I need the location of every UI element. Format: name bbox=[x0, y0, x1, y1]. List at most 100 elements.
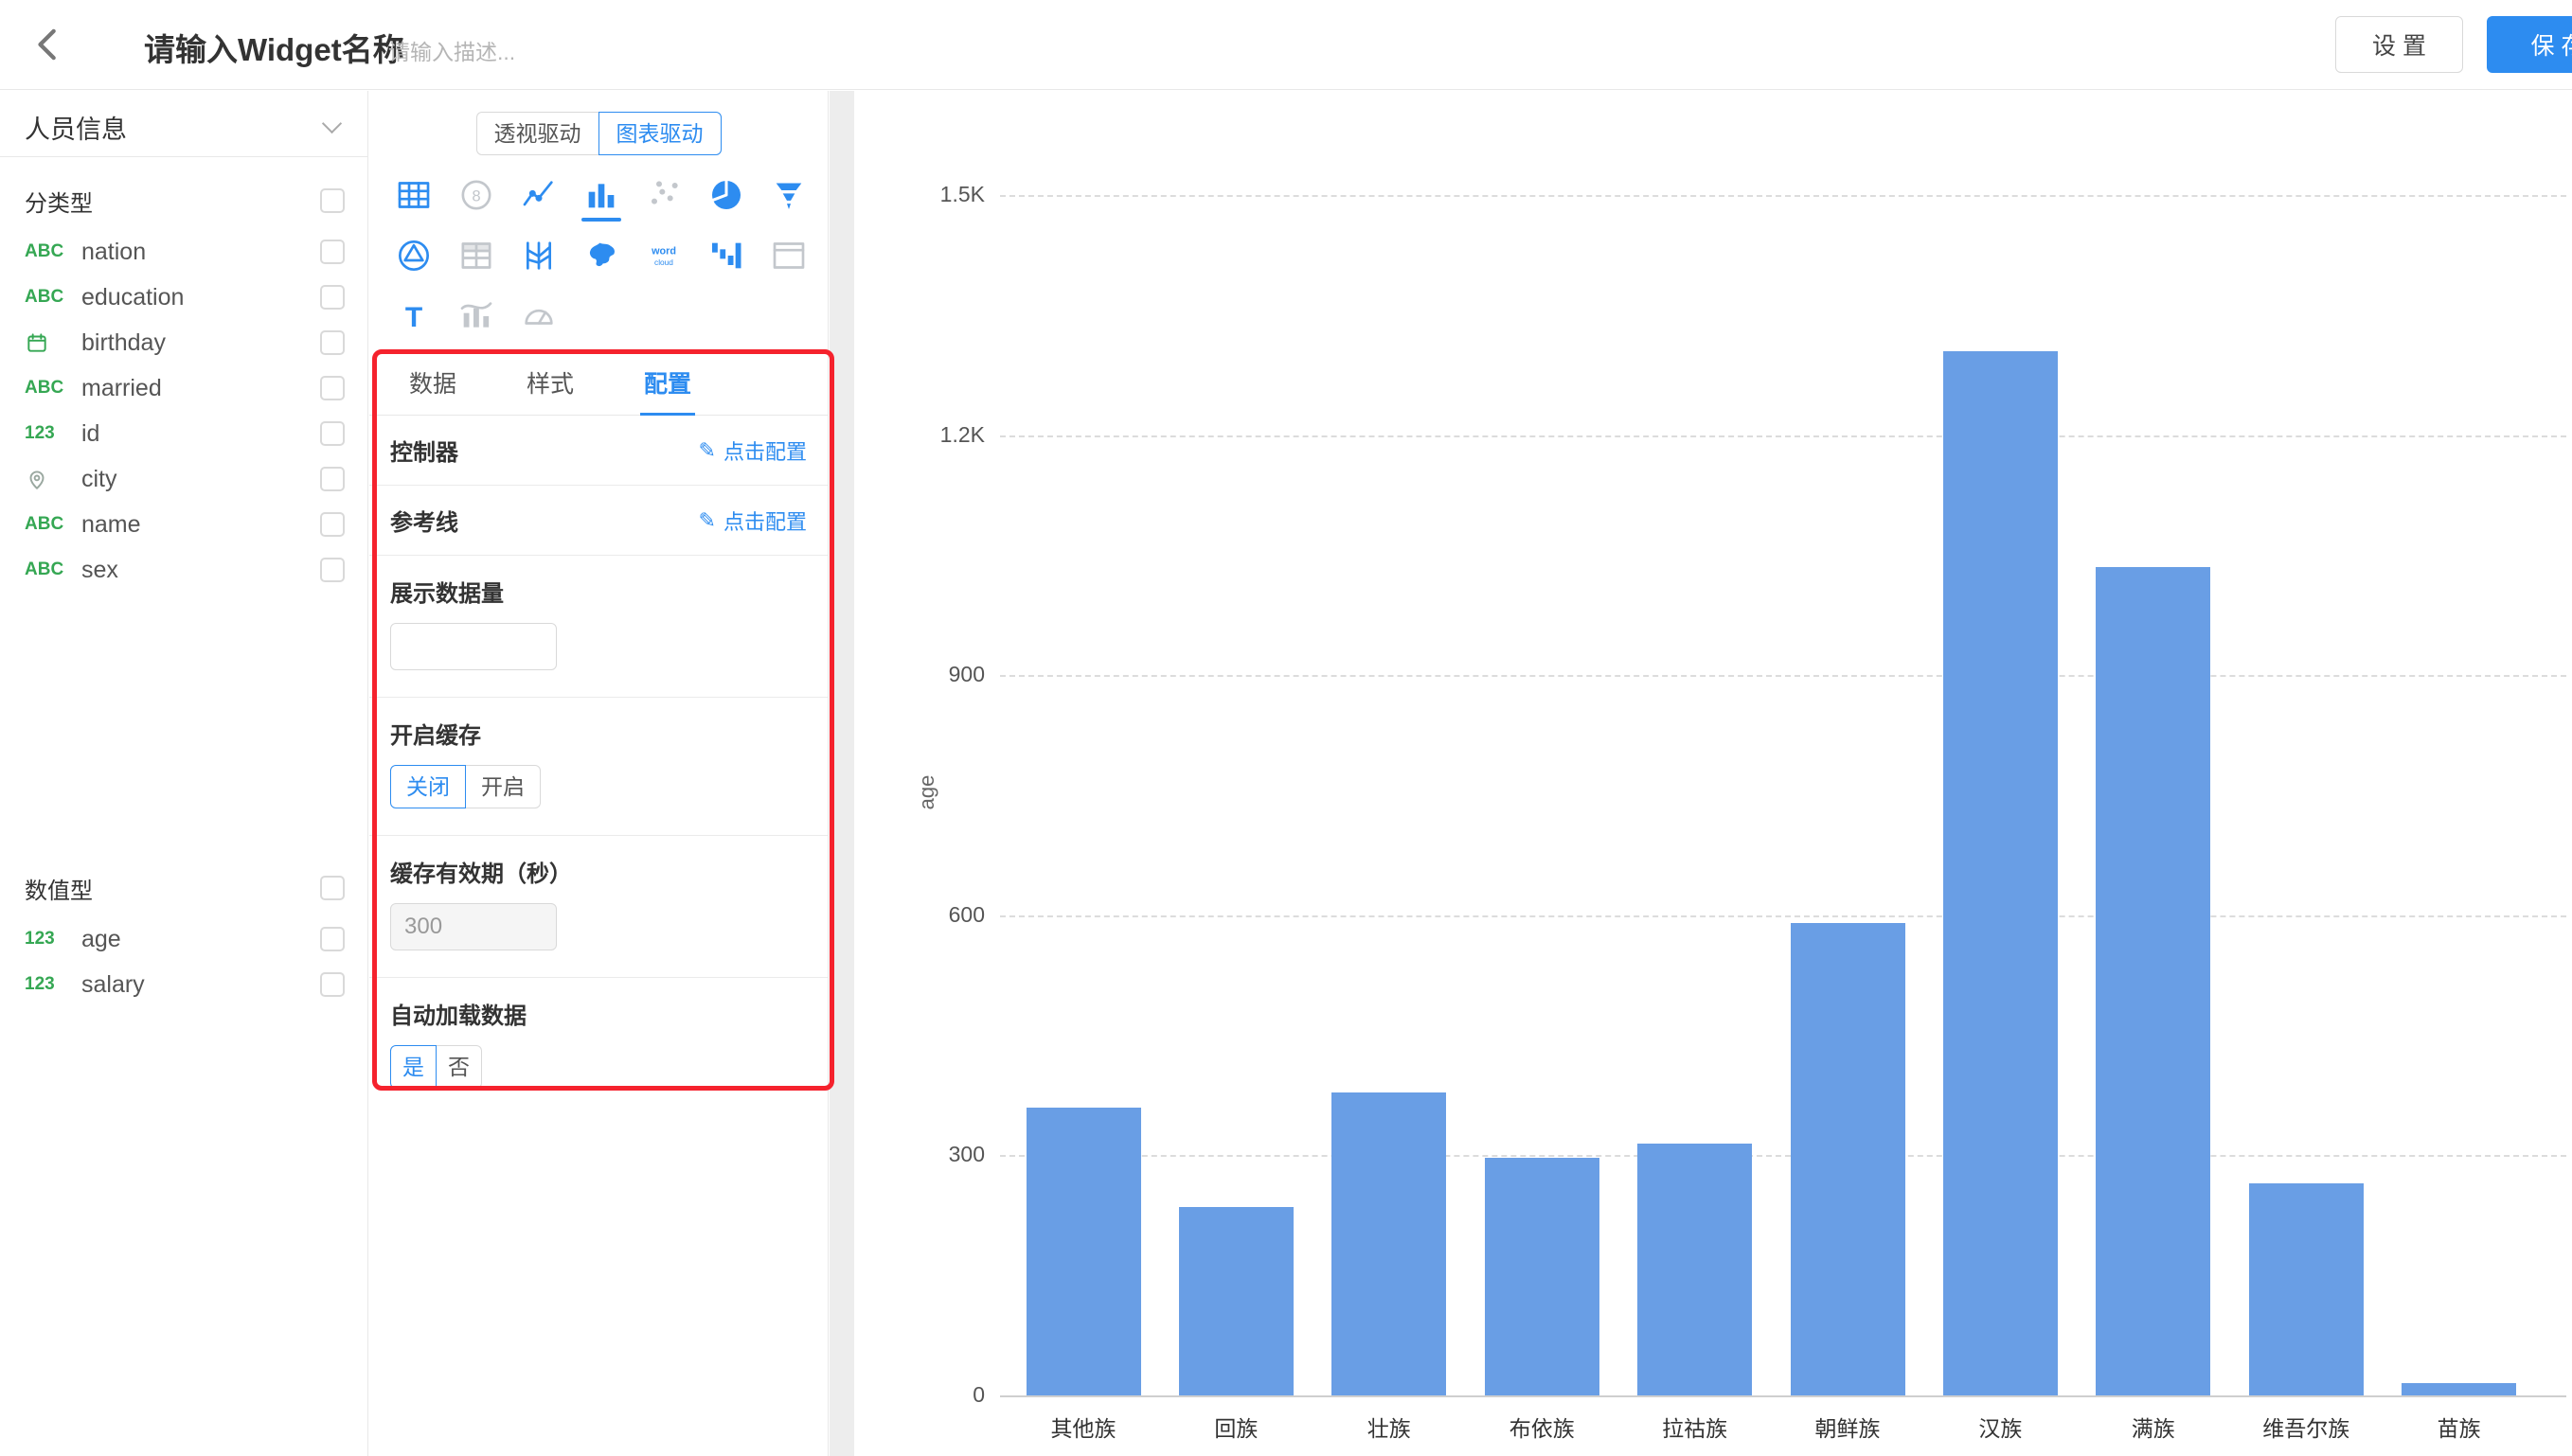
field-section-header: 数值型 bbox=[0, 867, 367, 909]
chart-type-table-icon[interactable] bbox=[383, 170, 445, 220]
bar-壮族[interactable] bbox=[1331, 1092, 1446, 1395]
y-tick-label: 600 bbox=[854, 902, 985, 928]
field-checkbox[interactable] bbox=[320, 558, 345, 582]
field-item-education[interactable]: ABCeducation bbox=[0, 275, 367, 320]
tab-config[interactable]: 配置 bbox=[640, 356, 695, 416]
gridline bbox=[1000, 195, 2566, 197]
chart-type-line-chart-icon[interactable] bbox=[508, 170, 570, 220]
chart-type-bar-chart-icon[interactable] bbox=[570, 170, 633, 220]
field-name: name bbox=[81, 511, 320, 539]
autoload-no-button[interactable]: 否 bbox=[437, 1045, 482, 1089]
field-checkbox[interactable] bbox=[320, 467, 345, 491]
chart-type-pie-chart-icon[interactable] bbox=[695, 170, 758, 220]
field-item-sex[interactable]: ABCsex bbox=[0, 547, 367, 593]
field-item-married[interactable]: ABCmarried bbox=[0, 365, 367, 411]
chevron-down-icon bbox=[322, 114, 342, 133]
bar-回族[interactable] bbox=[1179, 1207, 1294, 1395]
bar-满族[interactable] bbox=[2096, 567, 2210, 1395]
field-item-salary[interactable]: 123salary bbox=[0, 962, 367, 1007]
bar-苗族[interactable] bbox=[2402, 1383, 2516, 1395]
pivot-drive-button[interactable]: 透视驱动 bbox=[476, 112, 598, 155]
widget-description-input[interactable]: 请输入描述... bbox=[388, 34, 515, 66]
bar-拉祜族[interactable] bbox=[1637, 1144, 1752, 1395]
gridline bbox=[1000, 435, 2566, 437]
bar-朝鲜族[interactable] bbox=[1791, 923, 1905, 1395]
x-tick-label: 汉族 bbox=[1915, 1411, 2085, 1443]
field-checkbox[interactable] bbox=[320, 972, 345, 997]
reference-line-configure-link[interactable]: ✎ 点击配置 bbox=[699, 506, 807, 536]
chart-type-parallel-icon[interactable] bbox=[508, 231, 570, 280]
chart-type-combo-chart-icon bbox=[445, 292, 508, 341]
section-checkbox[interactable] bbox=[320, 876, 345, 900]
cache-on-button[interactable]: 开启 bbox=[466, 765, 541, 808]
widget-name-input[interactable]: 请输入Widget名称 bbox=[144, 25, 404, 70]
field-section-header: 分类型 bbox=[0, 180, 367, 222]
chart-type-china-map-icon[interactable] bbox=[570, 231, 633, 280]
save-button[interactable]: 保 存 bbox=[2487, 16, 2572, 73]
chart-type-iframe-icon bbox=[758, 231, 820, 280]
reference-line-row: 参考线 ✎ 点击配置 bbox=[369, 486, 828, 556]
back-button[interactable] bbox=[25, 21, 72, 68]
section-checkbox[interactable] bbox=[320, 188, 345, 213]
field-checkbox[interactable] bbox=[320, 330, 345, 355]
chart-type-waterfall-icon[interactable] bbox=[695, 231, 758, 280]
field-section-label: 分类型 bbox=[25, 185, 93, 218]
abc-type-icon: ABC bbox=[25, 378, 81, 399]
cache-toggle-label: 开启缓存 bbox=[390, 717, 807, 750]
bar-汉族[interactable] bbox=[1943, 351, 2058, 1395]
autoload-block: 自动加载数据 是 否 bbox=[369, 978, 828, 1115]
field-name: sex bbox=[81, 557, 320, 584]
y-axis-title: age bbox=[915, 759, 939, 826]
field-checkbox[interactable] bbox=[320, 421, 345, 446]
cache-ttl-input[interactable] bbox=[390, 903, 557, 950]
display-count-block: 展示数据量 bbox=[369, 556, 828, 698]
pencil-icon: ✎ bbox=[699, 508, 716, 533]
settings-button[interactable]: 设 置 bbox=[2335, 16, 2463, 73]
field-checkbox[interactable] bbox=[320, 927, 345, 951]
field-item-age[interactable]: 123age bbox=[0, 916, 367, 962]
chart-preview: age 03006009001.2K1.5K其他族回族壮族布依族拉祜族朝鲜族汉族… bbox=[854, 91, 2572, 1456]
data-source-header[interactable]: 人员信息 bbox=[0, 98, 367, 157]
y-tick-label: 300 bbox=[854, 1142, 985, 1167]
bar-其他族[interactable] bbox=[1027, 1108, 1141, 1395]
field-checkbox[interactable] bbox=[320, 376, 345, 400]
controller-configure-link[interactable]: ✎ 点击配置 bbox=[699, 435, 807, 466]
y-tick-label: 0 bbox=[854, 1382, 985, 1408]
field-item-birthday[interactable]: birthday bbox=[0, 320, 367, 365]
chart-type-crosstab-icon bbox=[445, 231, 508, 280]
x-tick-label: 其他族 bbox=[998, 1411, 1169, 1443]
cache-off-button[interactable]: 关闭 bbox=[390, 765, 466, 808]
field-checkbox[interactable] bbox=[320, 240, 345, 264]
svg-text:word: word bbox=[651, 245, 676, 257]
bar-维吾尔族[interactable] bbox=[2249, 1183, 2364, 1395]
chart-type-grid: 8wordcloudT bbox=[369, 155, 828, 341]
chart-drive-button[interactable]: 图表驱动 bbox=[598, 112, 722, 155]
cache-ttl-label: 缓存有效期（秒） bbox=[390, 855, 807, 888]
bar-布依族[interactable] bbox=[1485, 1158, 1599, 1395]
pencil-icon: ✎ bbox=[699, 438, 716, 463]
field-item-id[interactable]: 123id bbox=[0, 411, 367, 456]
field-item-name[interactable]: ABCname bbox=[0, 502, 367, 547]
x-tick-label: 壮族 bbox=[1304, 1411, 1474, 1443]
field-item-nation[interactable]: ABCnation bbox=[0, 229, 367, 275]
x-tick-label: 布依族 bbox=[1456, 1411, 1627, 1443]
chart-type-text-icon[interactable]: T bbox=[383, 292, 445, 341]
calendar-icon bbox=[25, 330, 81, 355]
field-section-label: 数值型 bbox=[25, 872, 93, 905]
tab-style[interactable]: 样式 bbox=[523, 356, 578, 415]
tab-data[interactable]: 数据 bbox=[405, 356, 460, 415]
chart-type-funnel-icon[interactable] bbox=[758, 170, 820, 220]
field-name: salary bbox=[81, 971, 320, 999]
reference-line-configure-label: 点击配置 bbox=[723, 506, 807, 536]
field-checkbox[interactable] bbox=[320, 285, 345, 310]
autoload-yes-button[interactable]: 是 bbox=[390, 1045, 437, 1089]
y-tick-label: 900 bbox=[854, 662, 985, 687]
field-checkbox[interactable] bbox=[320, 512, 345, 537]
field-item-city[interactable]: city bbox=[0, 456, 367, 502]
widget-config-panel: 透视驱动 图表驱动 8wordcloudT 数据 样式 配置 控制器 ✎ 点击配… bbox=[369, 91, 829, 1456]
chart-type-radar-icon[interactable] bbox=[383, 231, 445, 280]
drive-mode-toggle: 透视驱动 图表驱动 bbox=[369, 112, 828, 155]
chart-type-word-cloud-icon[interactable]: wordcloud bbox=[633, 231, 695, 280]
display-count-input[interactable] bbox=[390, 623, 557, 670]
field-list: ABCnationABCeducationbirthdayABCmarried1… bbox=[0, 229, 367, 593]
